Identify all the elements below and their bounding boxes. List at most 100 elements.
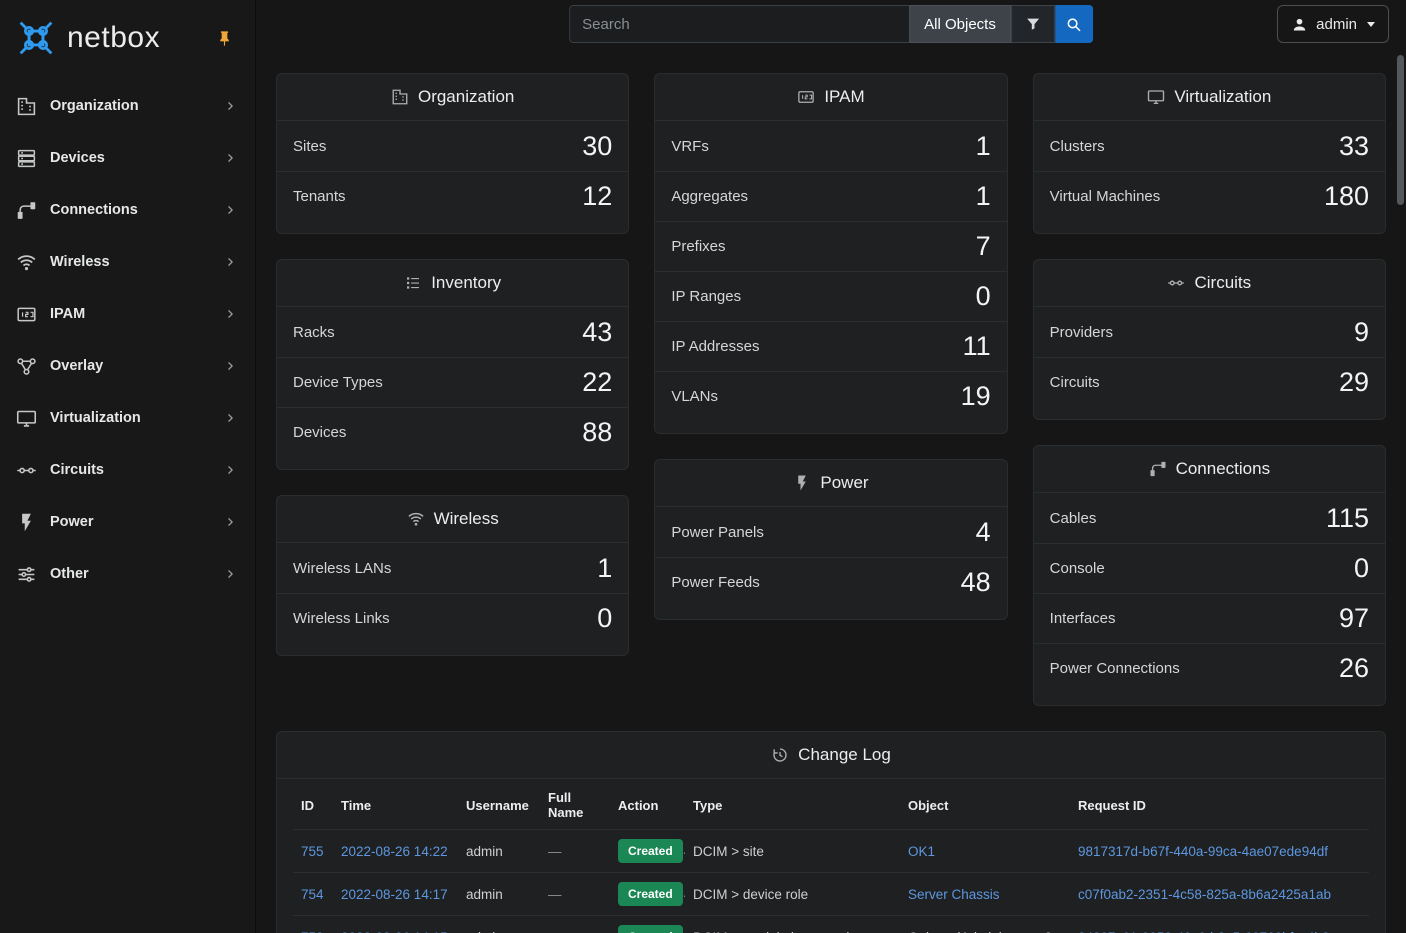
stat-row-power-panels[interactable]: Power Panels 4 xyxy=(655,507,1006,557)
stat-row-wireless-lans[interactable]: Wireless LANs 1 xyxy=(277,543,628,593)
change-username: admin xyxy=(458,830,540,873)
column-header-type: Type xyxy=(685,779,900,830)
chevron-right-icon xyxy=(223,514,239,530)
search-bar: All Objects xyxy=(569,5,1093,43)
stat-row-clusters[interactable]: Clusters 33 xyxy=(1034,121,1385,171)
card-header: Connections xyxy=(1034,446,1385,493)
card-header: Power xyxy=(655,460,1006,507)
stat-row-circuits[interactable]: Circuits 29 xyxy=(1034,357,1385,407)
card-header: Virtualization xyxy=(1034,74,1385,121)
sidebar-item-devices[interactable]: Devices xyxy=(0,132,255,184)
stat-row-interfaces[interactable]: Interfaces 97 xyxy=(1034,593,1385,643)
sidebar-item-label: Circuits xyxy=(50,462,223,478)
stat-row-vrfs[interactable]: VRFs 1 xyxy=(655,121,1006,171)
request-id-link[interactable]: c07f0ab2-2351-4c58-825a-8b6a2425a1ab xyxy=(1078,887,1331,902)
column-header-object: Object xyxy=(900,779,1070,830)
card-title: Inventory xyxy=(431,273,501,293)
card-header: IPAM xyxy=(655,74,1006,121)
sidebar-item-power[interactable]: Power xyxy=(0,496,255,548)
counter-icon xyxy=(16,304,37,325)
request-id-link[interactable]: 9817317d-b67f-440a-99ca-4ae07ede94df xyxy=(1078,844,1328,859)
stat-row-devices[interactable]: Devices 88 xyxy=(277,407,628,457)
scrollbar-thumb[interactable] xyxy=(1397,55,1404,205)
stat-value: 12 xyxy=(582,181,612,212)
stat-row-prefixes[interactable]: Prefixes 7 xyxy=(655,221,1006,271)
change-username: admin xyxy=(458,873,540,916)
sidebar-item-circuits[interactable]: Circuits xyxy=(0,444,255,496)
sidebar-item-other[interactable]: Other xyxy=(0,548,255,600)
change-id-link[interactable]: 753 xyxy=(301,930,324,933)
search-button[interactable] xyxy=(1055,5,1093,43)
sidebar-item-ipam[interactable]: IPAM xyxy=(0,288,255,340)
tune-icon xyxy=(16,564,37,585)
change-time-link[interactable]: 2022-08-26 14:15 xyxy=(341,930,448,933)
list-icon xyxy=(404,274,422,292)
card-body: VRFs 1 Aggregates 1 Prefixes 7 IP Rang xyxy=(655,121,1006,433)
stat-row-virtual-machines[interactable]: Virtual Machines 180 xyxy=(1034,171,1385,221)
stat-row-power-connections[interactable]: Power Connections 26 xyxy=(1034,643,1385,693)
virtualization-card: Virtualization Clusters 33 Virtual Machi… xyxy=(1033,73,1386,234)
change-username: admin xyxy=(458,916,540,933)
chevron-right-icon xyxy=(223,202,239,218)
inventory-card: Inventory Racks 43 Device Types 22 Devic… xyxy=(276,259,629,470)
change-object-link[interactable]: OK1 xyxy=(908,844,935,859)
stat-row-ip-addresses[interactable]: IP Addresses 11 xyxy=(655,321,1006,371)
stat-value: 7 xyxy=(976,231,991,262)
stat-row-cables[interactable]: Cables 115 xyxy=(1034,493,1385,543)
change-object: OnboardAdministrator-2 xyxy=(908,930,1052,933)
stat-row-ip-ranges[interactable]: IP Ranges 0 xyxy=(655,271,1006,321)
chevron-right-icon xyxy=(223,566,239,582)
user-icon xyxy=(1291,16,1308,33)
stat-value: 1 xyxy=(597,553,612,584)
sidebar-item-wireless[interactable]: Wireless xyxy=(0,236,255,288)
stat-label: Devices xyxy=(293,424,346,441)
stat-row-console[interactable]: Console 0 xyxy=(1034,543,1385,593)
column-header-id: ID xyxy=(293,779,333,830)
change-object-link[interactable]: Server Chassis xyxy=(908,887,1000,902)
user-menu-button[interactable]: admin xyxy=(1277,5,1389,43)
sidebar-item-overlay[interactable]: Overlay xyxy=(0,340,255,392)
pin-sidebar-icon[interactable] xyxy=(216,30,233,47)
stat-value: 180 xyxy=(1324,181,1369,212)
stat-row-power-feeds[interactable]: Power Feeds 48 xyxy=(655,557,1006,607)
card-header: Wireless xyxy=(277,496,628,543)
dashboard: Organization Sites 30 Tenants 12 xyxy=(256,47,1406,933)
stat-row-device-types[interactable]: Device Types 22 xyxy=(277,357,628,407)
search-input[interactable] xyxy=(569,5,909,43)
column-header-request-id: Request ID xyxy=(1070,779,1369,830)
stat-row-wireless-links[interactable]: Wireless Links 0 xyxy=(277,593,628,643)
change-id-link[interactable]: 755 xyxy=(301,844,324,859)
netbox-logo-icon xyxy=(14,16,58,60)
action-badge: Created xyxy=(618,925,683,933)
change-id-link[interactable]: 754 xyxy=(301,887,324,902)
stat-row-racks[interactable]: Racks 43 xyxy=(277,307,628,357)
object-type-button[interactable]: All Objects xyxy=(909,5,1011,43)
history-icon xyxy=(771,746,789,764)
stat-row-vlans[interactable]: VLANs 19 xyxy=(655,371,1006,421)
scrollbar xyxy=(1396,0,1404,933)
change-time-link[interactable]: 2022-08-26 14:22 xyxy=(341,844,448,859)
stat-row-sites[interactable]: Sites 30 xyxy=(277,121,628,171)
change-time-link[interactable]: 2022-08-26 14:17 xyxy=(341,887,448,902)
column-header-full-name: Full Name xyxy=(540,779,610,830)
card-body: Sites 30 Tenants 12 xyxy=(277,121,628,233)
sidebar-item-connections[interactable]: Connections xyxy=(0,184,255,236)
stat-row-aggregates[interactable]: Aggregates 1 xyxy=(655,171,1006,221)
ipam-card: IPAM VRFs 1 Aggregates 1 Prefixes xyxy=(654,73,1007,434)
chevron-right-icon xyxy=(223,306,239,322)
action-badge: Created xyxy=(618,839,683,863)
stat-label: Wireless LANs xyxy=(293,560,391,577)
filter-button[interactable] xyxy=(1011,5,1055,43)
stat-label: Power Connections xyxy=(1050,660,1180,677)
search-icon xyxy=(1065,16,1082,33)
sidebar-item-virtualization[interactable]: Virtualization xyxy=(0,392,255,444)
request-id-link[interactable]: 24807c61-9952-49c6-b8a5-69760bfcc4b3 xyxy=(1078,930,1329,933)
sidebar-item-label: Devices xyxy=(50,150,223,166)
sidebar-item-organization[interactable]: Organization xyxy=(0,80,255,132)
action-badge: Created xyxy=(618,882,683,906)
stat-row-tenants[interactable]: Tenants 12 xyxy=(277,171,628,221)
stat-row-providers[interactable]: Providers 9 xyxy=(1034,307,1385,357)
change-full-name: — xyxy=(540,830,610,873)
flash-icon xyxy=(16,512,37,533)
brand-name: netbox xyxy=(67,21,160,55)
